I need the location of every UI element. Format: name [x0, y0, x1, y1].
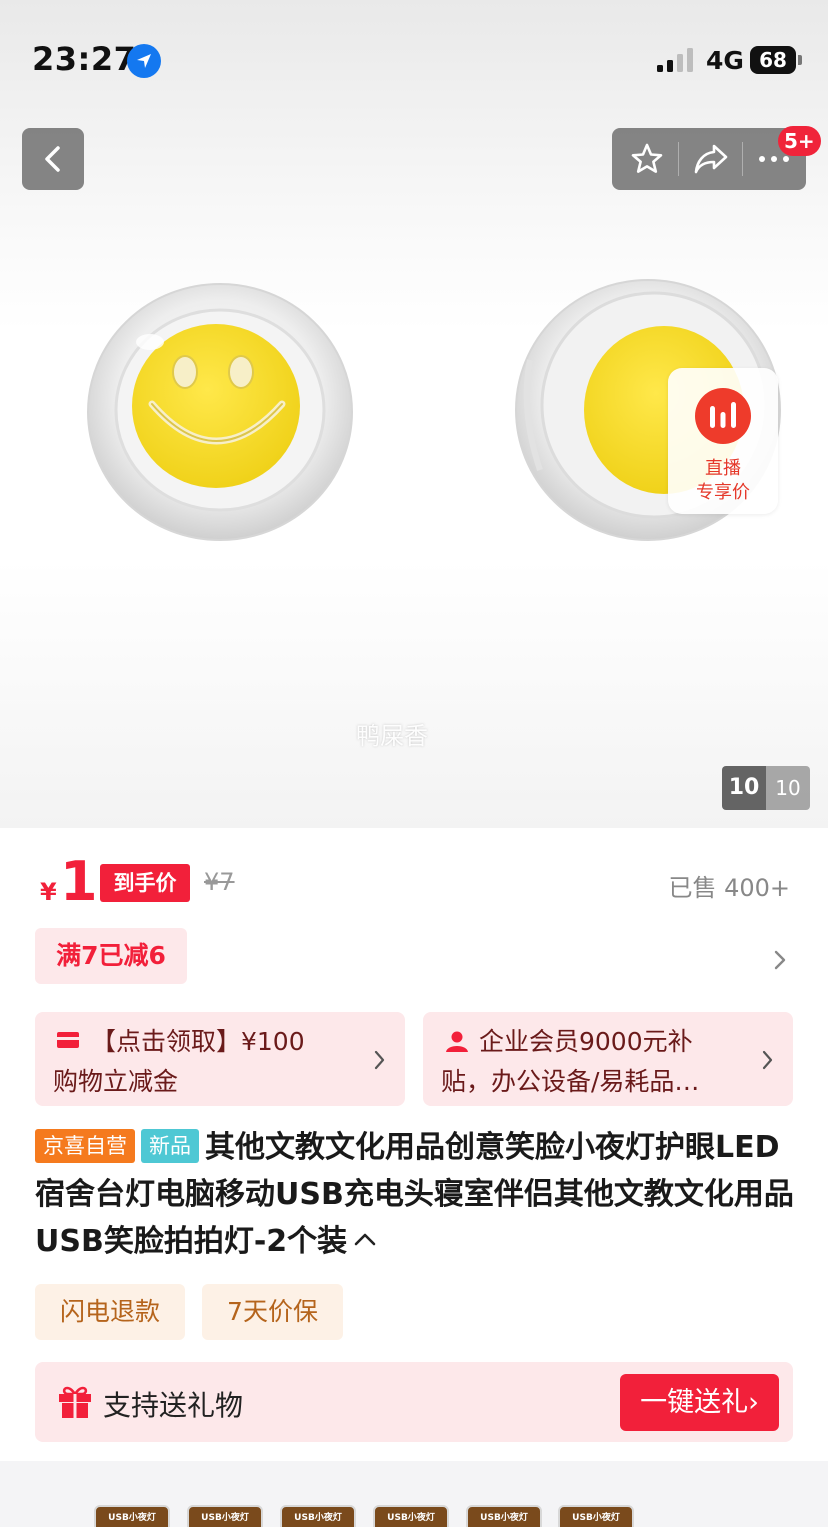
product-info-card: ¥ 1 到手价 ¥7 已售 400+ 满7已减6 【点击领取】¥100 购物立减… [0, 828, 828, 1461]
promo-line2: 贴，办公设备/易耗品… [441, 1067, 700, 1096]
original-price: ¥7 [204, 868, 235, 896]
thumbnail[interactable]: USB小夜灯 [466, 1505, 542, 1527]
jd-self-run-tag: 京喜自营 [35, 1129, 135, 1163]
price-currency: ¥ [40, 878, 57, 906]
thumbnail-label: USB小夜灯 [572, 1513, 620, 1523]
thumbnail-label: USB小夜灯 [201, 1513, 249, 1523]
price-row: ¥ 1 到手价 ¥7 已售 400+ [0, 828, 828, 928]
chevron-right-icon[interactable] [772, 946, 788, 974]
thumbnail-label: USB小夜灯 [480, 1513, 528, 1523]
product-hero: 23:27 4G 68 5+ 直播 专享价 鸭屎香 10 10 [0, 0, 828, 828]
thumbnail[interactable]: USB小夜灯 [373, 1505, 449, 1527]
star-icon [631, 143, 663, 173]
battery-icon: 68 [750, 46, 802, 74]
nav-actions [612, 128, 806, 190]
sold-count: 已售 400+ [668, 874, 790, 902]
send-gift-button[interactable]: 一键送礼› [620, 1374, 779, 1431]
live-icon [695, 388, 751, 444]
promo-line1: 企业会员9000元补 [479, 1027, 693, 1056]
image-watermark: 鸭屎香 [356, 722, 428, 750]
status-bar: 23:27 4G 68 [0, 0, 828, 120]
promo-line1: 【点击领取】¥100 [91, 1027, 305, 1056]
price-value: 1 [60, 850, 98, 913]
card-icon [57, 1032, 79, 1048]
network-label: 4G [706, 46, 744, 75]
thumbnail-label: USB小夜灯 [294, 1513, 342, 1523]
live-badge-line2: 专享价 [696, 482, 750, 503]
thumbnail[interactable]: USB小夜灯 [187, 1505, 263, 1527]
final-price-tag: 到手价 [100, 864, 190, 902]
new-product-tag: 新品 [141, 1129, 199, 1163]
thumbnail[interactable]: USB小夜灯 [280, 1505, 356, 1527]
thumbnail[interactable]: USB小夜灯 [558, 1505, 634, 1527]
share-icon [694, 144, 728, 174]
gift-banner: 支持送礼物 一键送礼› [35, 1362, 793, 1442]
image-counter-total: 10 [766, 766, 810, 810]
chevron-right-icon [374, 1050, 385, 1070]
promo-line2: 购物立减金 [53, 1067, 179, 1096]
user-icon [446, 1031, 468, 1052]
live-badge-line1: 直播 [705, 458, 741, 479]
thumbnail[interactable]: USB小夜灯 [94, 1505, 170, 1527]
lamp-front [87, 283, 353, 541]
discount-chip[interactable]: 满7已减6 [35, 928, 187, 984]
live-price-badge[interactable]: 直播 专享价 [668, 368, 778, 514]
service-chip-refund[interactable]: 闪电退款 [35, 1284, 185, 1340]
thumbnail-label: USB小夜灯 [108, 1513, 156, 1523]
gift-label: 支持送礼物 [103, 1389, 244, 1422]
gift-icon [59, 1386, 91, 1418]
signal-icon [657, 48, 693, 72]
enterprise-promo-card[interactable]: 企业会员9000元补 贴，办公设备/易耗品… [423, 1012, 793, 1106]
service-chip-price-protect[interactable]: 7天价保 [202, 1284, 343, 1340]
product-title-block[interactable]: 京喜自营 新品 其他文教文化用品创意笑脸小夜灯护眼LED宿舍台灯电脑移动USB充电头… [35, 1124, 795, 1265]
chevron-left-icon [45, 146, 60, 172]
share-button[interactable] [679, 128, 739, 190]
thumbnail-strip: USB小夜灯 USB小夜灯 USB小夜灯 USB小夜灯 USB小夜灯 USB小夜… [0, 1475, 828, 1527]
image-counter-current: 10 [722, 766, 766, 810]
image-counter: 10 10 [722, 766, 810, 810]
notification-badge: 5+ [778, 126, 821, 156]
chevron-right-icon [762, 1050, 773, 1070]
thumbnail-label: USB小夜灯 [387, 1513, 435, 1523]
status-time: 23:27 [32, 40, 137, 78]
location-arrow-icon [127, 44, 161, 78]
coupon-promo-card[interactable]: 【点击领取】¥100 购物立减金 [35, 1012, 405, 1106]
chevron-up-icon[interactable] [353, 1231, 377, 1247]
favorite-button[interactable] [616, 128, 676, 190]
back-button[interactable] [22, 128, 84, 190]
